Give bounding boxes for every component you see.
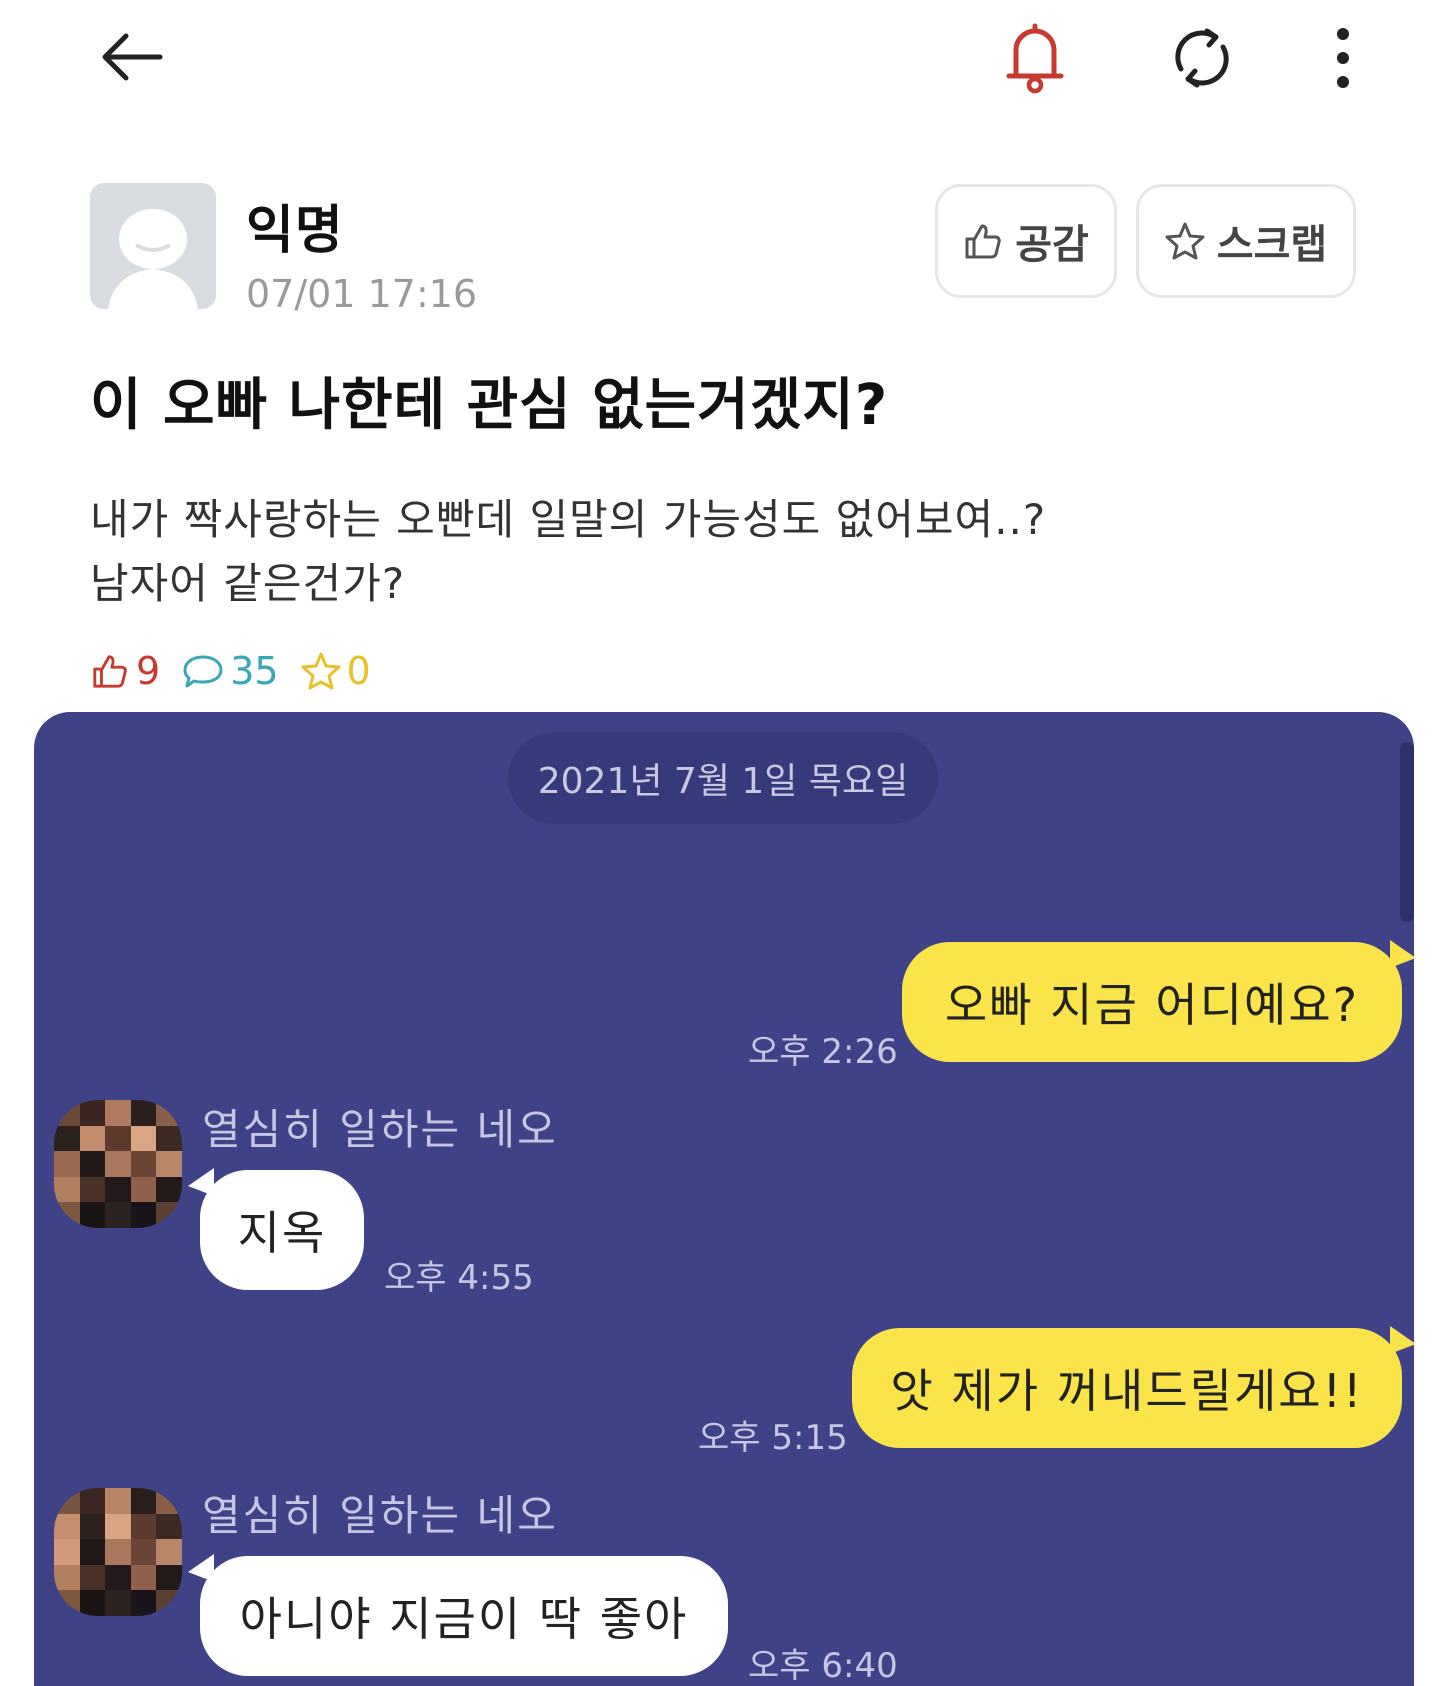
scrap-count: 0 [301,649,371,693]
post-stats: 9 35 0 [90,645,393,697]
chat-screenshot: 2021년 7월 1일 목요일 오빠 지금 어디예요? 오후 2:26 열심히 … [34,712,1414,1686]
thumbs-up-icon [965,224,1001,259]
message-time: 오후 6:40 [748,1646,898,1686]
blurred-profile-avatar [54,1488,182,1616]
chat-scrollbar [1400,742,1414,922]
back-arrow-icon[interactable] [92,22,172,92]
bell-icon[interactable] [1000,18,1070,98]
star-icon [301,652,341,690]
scrap-button-label: 스크랩 [1216,222,1328,268]
incoming-message-bubble: 지옥 [200,1170,364,1290]
post-timestamp: 07/01 17:16 [246,272,478,316]
avatar [90,183,216,309]
star-icon [1165,222,1205,260]
comment-bubble-icon [183,655,223,688]
post-title: 이 오빠 나한테 관심 없는거겠지? [90,373,889,438]
chat-date-divider: 2021년 7월 1일 목요일 [508,732,938,824]
message-time: 오후 5:15 [698,1418,848,1458]
default-avatar-icon [108,209,198,309]
incoming-message-bubble: 아니야 지금이 딱 좋아 [200,1556,728,1676]
thumbs-up-icon [93,655,127,688]
sender-name: 열심히 일하는 네오 [202,1491,558,1540]
message-time: 오후 4:55 [384,1258,534,1298]
like-count: 9 [90,649,160,693]
sender-name: 열심히 일하는 네오 [202,1105,558,1154]
more-vertical-icon[interactable] [1315,18,1371,98]
blurred-profile-avatar [54,1100,182,1228]
like-count-value: 9 [136,649,161,693]
comment-count: 35 [182,649,279,693]
comment-count-value: 35 [230,649,279,693]
post-body-line: 내가 짝사랑하는 오빤데 일말의 가능성도 없어보여..? [90,495,1047,544]
scrap-count-value: 0 [346,649,371,693]
like-button[interactable]: 공감 [935,184,1117,298]
like-button-label: 공감 [1015,222,1089,268]
post-body: 내가 짝사랑하는 오빤데 일말의 가능성도 없어보여..? 남자어 같은건가? [90,488,1046,616]
outgoing-message-bubble: 앗 제가 꺼내드릴게요!! [852,1328,1402,1448]
message-time: 오후 2:26 [748,1032,898,1072]
author-name: 익명 [246,201,344,261]
scrap-button[interactable]: 스크랩 [1136,184,1356,298]
post-body-line: 남자어 같은건가? [90,559,406,608]
outgoing-message-bubble: 오빠 지금 어디예요? [902,942,1402,1062]
refresh-icon[interactable] [1163,18,1241,98]
